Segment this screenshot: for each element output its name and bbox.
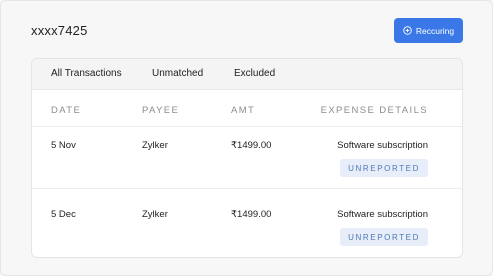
row-divider bbox=[32, 188, 462, 189]
transactions-panel: All Transactions Unmatched Excluded DATE… bbox=[31, 58, 463, 258]
tab-all-transactions[interactable]: All Transactions bbox=[51, 68, 122, 79]
status-badge: UNREPORTED bbox=[340, 159, 428, 177]
plus-circle-icon bbox=[403, 26, 412, 35]
column-header-expense-details: EXPENSE DETAILS bbox=[320, 105, 428, 116]
row-expense-details: Software subscription bbox=[337, 140, 428, 151]
header-divider bbox=[32, 126, 462, 127]
column-header-amount: AMT bbox=[231, 105, 256, 116]
row-payee: Zylker bbox=[142, 140, 168, 151]
transaction-tabs: All Transactions Unmatched Excluded bbox=[32, 59, 462, 90]
tab-excluded[interactable]: Excluded bbox=[234, 68, 275, 79]
row-date: 5 Nov bbox=[51, 140, 76, 151]
recurring-button[interactable]: Reccuring bbox=[394, 18, 463, 43]
account-title: xxxx7425 bbox=[31, 23, 88, 38]
row-amount: ₹1499.00 bbox=[231, 140, 272, 151]
column-header-date: DATE bbox=[51, 105, 82, 116]
row-expense-details: Software subscription bbox=[337, 209, 428, 220]
row-amount: ₹1499.00 bbox=[231, 209, 272, 220]
tab-unmatched[interactable]: Unmatched bbox=[152, 68, 203, 79]
status-badge: UNREPORTED bbox=[340, 228, 428, 246]
recurring-button-label: Reccuring bbox=[415, 25, 455, 36]
row-date: 5 Dec bbox=[51, 209, 76, 220]
row-payee: Zylker bbox=[142, 209, 168, 220]
column-header-payee: PAYEE bbox=[142, 105, 180, 116]
